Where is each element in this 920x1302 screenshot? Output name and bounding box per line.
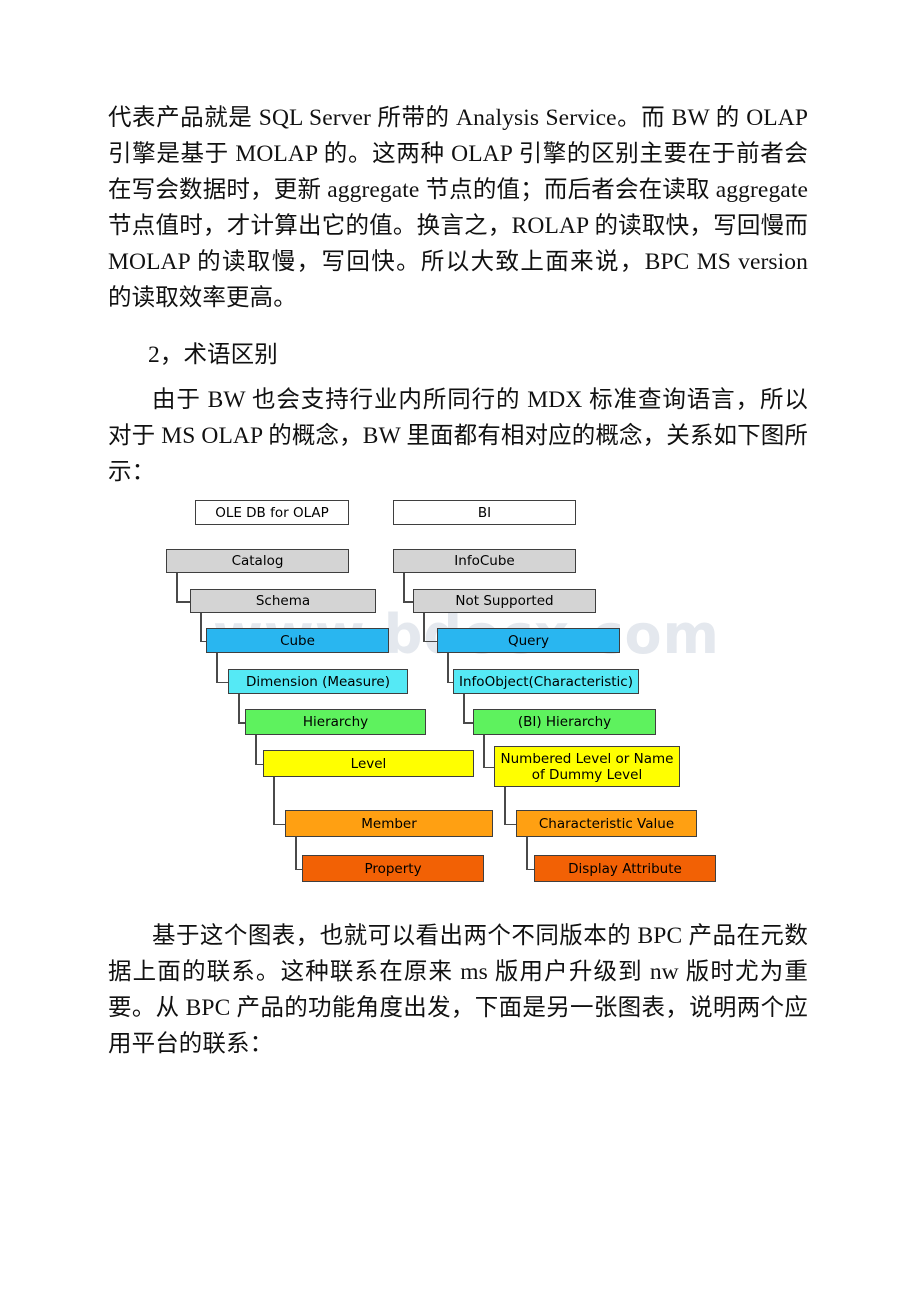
diagram-connector — [526, 868, 534, 870]
diagram-connector — [403, 573, 405, 601]
diagram-connector — [447, 653, 449, 682]
diagram-connector — [238, 722, 245, 724]
diagram-node-l7: Member — [285, 810, 493, 837]
diagram-connector — [273, 777, 275, 824]
diagram-node-l1: Catalog — [166, 549, 349, 573]
diagram-connector — [483, 766, 494, 768]
diagram-connector — [238, 694, 240, 722]
diagram-node-r8: Display Attribute — [534, 855, 716, 882]
diagram-node-r4: InfoObject(Characteristic) — [453, 669, 639, 694]
paragraph-mdx-intro: 由于 BW 也会支持行业内所同行的 MDX 标准查询语言，所以对于 MS OLA… — [108, 382, 808, 490]
diagram-node-r0: BI — [393, 500, 576, 525]
diagram-node-l0: OLE DB for OLAP — [195, 500, 349, 525]
diagram-connector — [504, 823, 516, 825]
diagram-connector — [463, 722, 473, 724]
diagram-connector — [255, 763, 263, 765]
diagram-node-l8: Property — [302, 855, 484, 882]
diagram-node-l6: Level — [263, 750, 474, 777]
diagram-node-r2: Not Supported — [413, 589, 596, 613]
diagram-node-r7: Characteristic Value — [516, 810, 697, 837]
diagram-node-r1: InfoCube — [393, 549, 576, 573]
terminology-mapping-diagram: OLE DB for OLAP Catalog Schema Cube Dimensio… — [0, 490, 920, 890]
diagram-connector — [200, 613, 202, 641]
diagram-connector — [295, 837, 297, 869]
diagram-node-l4: Dimension (Measure) — [228, 669, 408, 694]
paragraph-bpc-metadata: 基于这个图表，也就可以看出两个不同版本的 BPC 产品在元数据上面的联系。这种联… — [108, 918, 808, 1062]
paragraph-mdx-intro-text: 由于 BW 也会支持行业内所同行的 MDX 标准查询语言，所以对于 MS OLA… — [108, 387, 808, 485]
diagram-node-r5: (BI) Hierarchy — [473, 709, 656, 735]
diagram-connector — [216, 653, 218, 682]
diagram-connector — [423, 640, 437, 642]
diagram-connector — [483, 735, 485, 767]
diagram-connector — [255, 735, 257, 764]
diagram-connector — [273, 823, 285, 825]
diagram-node-l2: Schema — [190, 589, 376, 613]
diagram-connector — [176, 601, 190, 603]
paragraph-bpc-metadata-text: 基于这个图表，也就可以看出两个不同版本的 BPC 产品在元数据上面的联系。这种联… — [108, 923, 808, 1057]
diagram-node-r3: Query — [437, 628, 620, 653]
paragraph-olap-engines: 代表产品就是 SQL Server 所带的 Analysis Service。而… — [108, 105, 808, 311]
diagram-node-r6: Numbered Level or Name of Dummy Level — [494, 746, 680, 787]
diagram-connector — [526, 837, 528, 869]
diagram-connector — [463, 694, 465, 722]
diagram-connector — [504, 787, 506, 824]
diagram-connector — [216, 681, 228, 683]
diagram-node-l3: Cube — [206, 628, 389, 653]
diagram-node-l5: Hierarchy — [245, 709, 426, 735]
document-page: 代表产品就是 SQL Server 所带的 Analysis Service。而… — [0, 0, 920, 1302]
diagram-connector — [295, 868, 302, 870]
diagram-connector — [403, 601, 413, 603]
section-heading-terminology: 2，术语区别 — [148, 342, 278, 368]
diagram-connector — [423, 613, 425, 641]
diagram-connector — [176, 573, 178, 601]
